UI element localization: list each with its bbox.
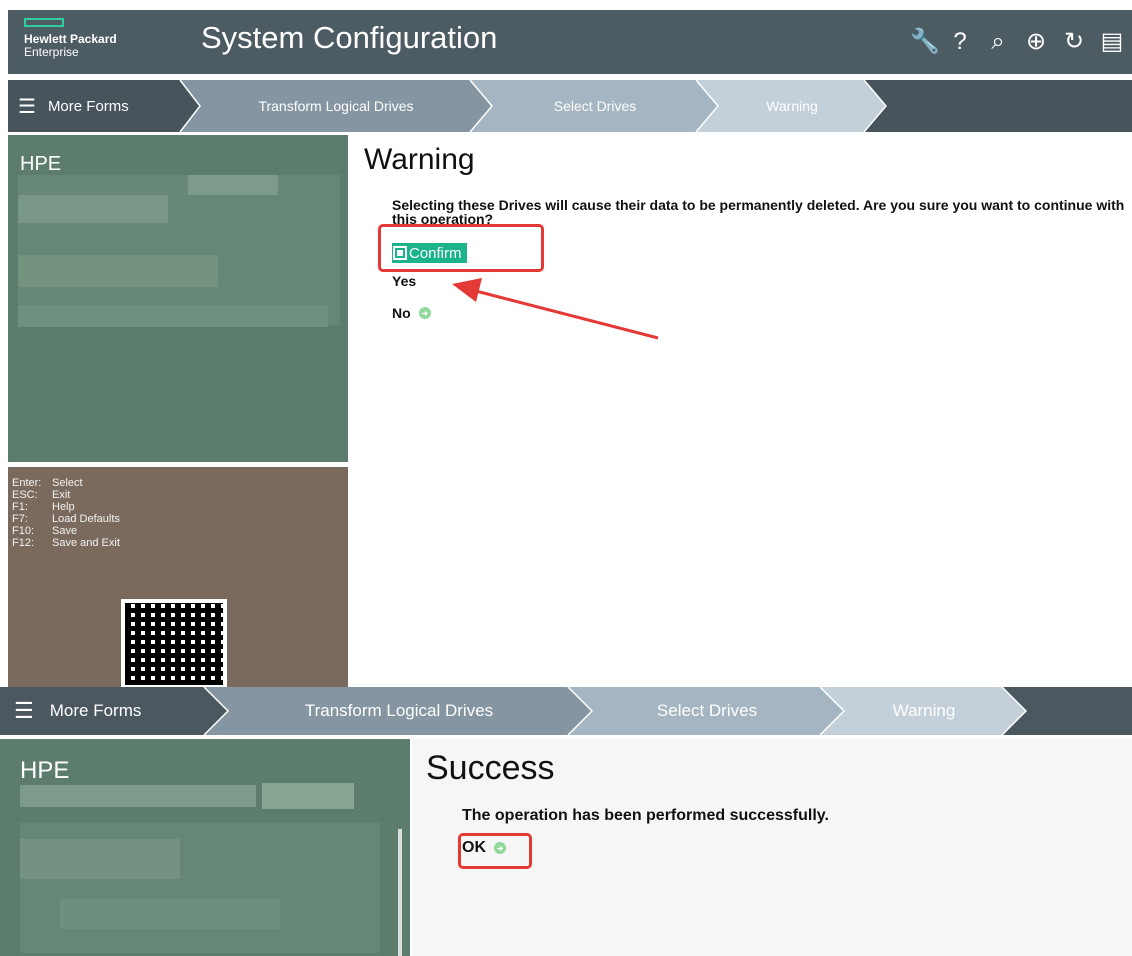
- key-name: ESC:: [12, 489, 38, 501]
- key-name: Enter:: [12, 477, 42, 489]
- yes-label: Yes: [392, 273, 417, 289]
- key-row: ESC: Exit: [12, 489, 120, 501]
- system-info-panel-2: HPE: [0, 739, 410, 956]
- key-action: Help: [52, 501, 75, 513]
- key-row: F7: Load Defaults: [12, 513, 120, 525]
- more-forms-button[interactable]: ☰ More Forms: [18, 80, 129, 132]
- key-action: Save: [52, 525, 78, 537]
- redacted-block: [18, 195, 168, 223]
- hpe-logo: Hewlett Packard Enterprise: [24, 18, 117, 59]
- more-forms-label: More Forms: [47, 97, 129, 115]
- header-toolbar: 🔧 ? ⌕ ⊕ ↻ ▤: [910, 28, 1124, 56]
- key-row: F12: Save and Exit: [12, 537, 120, 549]
- page-title: System Configuration: [201, 20, 498, 55]
- breadcrumb: ☰ More Forms Transform Logical Drives Se…: [8, 80, 1132, 132]
- success-form: Success The operation has been performed…: [412, 739, 1132, 956]
- redacted-block: [18, 305, 328, 327]
- hpe-logo-bar: [24, 18, 64, 27]
- storage-icon[interactable]: ▤: [1100, 28, 1124, 56]
- key-name: F7:: [12, 513, 28, 525]
- more-forms-label: More Forms: [49, 701, 142, 720]
- annotation-arrow-icon: [452, 278, 659, 340]
- breadcrumb-item-warning[interactable]: Warning: [720, 80, 864, 132]
- brand-label: HPE: [20, 153, 62, 175]
- brand-label: HPE: [20, 757, 70, 784]
- key-row: F10: Save: [12, 525, 120, 537]
- breadcrumb-item-transform[interactable]: Transform Logical Drives: [230, 687, 568, 735]
- key-help-panel: Enter: Select ESC: Exit F1: Help F7: Load De…: [8, 467, 348, 689]
- search-icon[interactable]: ⌕: [986, 28, 1010, 56]
- form-title: Warning: [364, 143, 475, 176]
- breadcrumb-item-transform[interactable]: Transform Logical Drives: [202, 80, 470, 132]
- redacted-block: [262, 783, 354, 809]
- key-row: Enter: Select: [12, 477, 120, 489]
- redacted-block: [60, 899, 280, 929]
- qr-code: [121, 599, 227, 689]
- key-action: Load Defaults: [52, 513, 120, 525]
- highlight-confirm: [378, 224, 544, 272]
- help-icon[interactable]: ?: [948, 28, 972, 56]
- redacted-block: [18, 255, 218, 287]
- key-list: Enter: Select ESC: Exit F1: Help F7: Load De…: [12, 477, 120, 549]
- form-title: Success: [426, 749, 555, 787]
- success-message: The operation has been performed success…: [462, 807, 829, 824]
- breadcrumb-item-select-drives[interactable]: Select Drives: [594, 687, 820, 735]
- key-name: F12:: [12, 537, 35, 549]
- redacted-block: [20, 839, 180, 879]
- menu-icon: ☰: [18, 95, 36, 118]
- key-row: F1: Help: [12, 501, 120, 513]
- globe-icon[interactable]: ⊕: [1024, 28, 1048, 56]
- breadcrumb-item-select-drives[interactable]: Select Drives: [494, 80, 696, 132]
- scrollbar[interactable]: [398, 829, 402, 956]
- wrench-icon[interactable]: 🔧: [910, 28, 940, 56]
- highlight-ok: [458, 833, 532, 869]
- no-label: No: [392, 305, 411, 321]
- no-option[interactable]: No ➜: [392, 305, 431, 321]
- refresh-icon[interactable]: ↻: [1062, 28, 1086, 56]
- breadcrumb-2: ☰ More Forms Transform Logical Drives Se…: [0, 687, 1132, 735]
- breadcrumb-item-warning[interactable]: Warning: [846, 687, 1002, 735]
- warning-message: Selecting these Drives will cause their …: [392, 197, 1125, 227]
- key-name: F10:: [12, 525, 35, 537]
- more-forms-button-2[interactable]: ☰ More Forms: [14, 687, 141, 735]
- key-action: Select: [52, 477, 83, 489]
- yes-option[interactable]: Yes: [392, 273, 416, 289]
- logo-line2: Enterprise: [24, 45, 79, 59]
- redacted-block: [20, 785, 256, 807]
- system-info-panel: HPE: [8, 135, 348, 462]
- key-action: Exit: [52, 489, 71, 501]
- menu-icon: ☰: [14, 698, 34, 723]
- key-action: Save and Exit: [52, 537, 120, 549]
- warning-form: Warning Selecting these Drives will caus…: [360, 135, 1132, 687]
- redacted-block: [188, 175, 278, 195]
- app-header: Hewlett Packard Enterprise System Config…: [8, 10, 1132, 74]
- key-name: F1:: [12, 501, 28, 513]
- go-arrow-icon: ➜: [418, 307, 431, 319]
